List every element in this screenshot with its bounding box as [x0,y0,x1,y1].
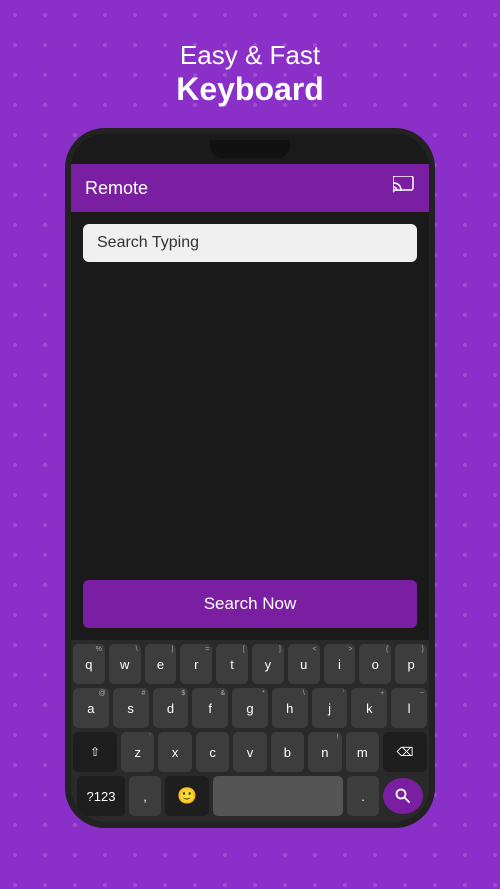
app-content: Search Typing Search Now [71,212,429,640]
key-d[interactable]: $d [153,688,189,728]
key-m[interactable]: m [346,732,379,772]
key-emoji[interactable]: 🙂 [165,776,209,816]
search-typing-text: Search Typing [97,234,199,251]
tagline-line2: Keyboard [176,71,324,108]
key-j[interactable]: 'j [312,688,348,728]
key-l[interactable]: ~l [391,688,427,728]
key-w[interactable]: \w [109,644,141,684]
key-h[interactable]: \h [272,688,308,728]
key-comma[interactable]: , [129,776,161,816]
keyboard-row-3: ⇧ `z x c v b !n m ⌫ [73,732,427,772]
keyboard: %q \w |e =r [t ]y <u >i {o }p @a #s $d &… [71,640,429,822]
key-z[interactable]: `z [121,732,154,772]
keyboard-row-1: %q \w |e =r [t ]y <u >i {o }p [73,644,427,684]
key-period[interactable]: . [347,776,379,816]
key-v[interactable]: v [233,732,266,772]
keyboard-row-bottom: ?123 , 🙂 . [73,776,427,816]
app-title: Remote [85,178,148,199]
app-tagline: Easy & Fast Keyboard [176,40,324,108]
key-k[interactable]: +k [351,688,387,728]
phone-notch [210,140,290,158]
key-t[interactable]: [t [216,644,248,684]
phone-mockup: Remote Search Typing Search Now %q \w [65,128,435,828]
key-space[interactable] [213,776,343,816]
app-header: Remote [71,164,429,212]
key-y[interactable]: ]y [252,644,284,684]
key-a[interactable]: @a [73,688,109,728]
key-b[interactable]: b [271,732,304,772]
cast-icon[interactable] [393,176,415,200]
search-now-button[interactable]: Search Now [83,580,417,628]
key-q[interactable]: %q [73,644,105,684]
phone-top-bar [71,134,429,164]
key-backspace[interactable]: ⌫ [383,732,427,772]
keyboard-row-2: @a #s $d &f *g \h 'j +k ~l [73,688,427,728]
key-g[interactable]: *g [232,688,268,728]
key-i[interactable]: >i [324,644,356,684]
search-input-wrapper[interactable]: Search Typing [83,224,417,262]
key-o[interactable]: {o [359,644,391,684]
key-u[interactable]: <u [288,644,320,684]
key-p[interactable]: }p [395,644,427,684]
key-c[interactable]: c [196,732,229,772]
key-search[interactable] [383,778,423,814]
key-r[interactable]: =r [180,644,212,684]
content-area [83,272,417,580]
key-x[interactable]: x [158,732,191,772]
key-shift[interactable]: ⇧ [73,732,117,772]
key-n[interactable]: !n [308,732,341,772]
key-f[interactable]: &f [192,688,228,728]
key-numbers[interactable]: ?123 [77,776,125,816]
key-s[interactable]: #s [113,688,149,728]
tagline-line1: Easy & Fast [176,40,324,71]
key-e[interactable]: |e [145,644,177,684]
